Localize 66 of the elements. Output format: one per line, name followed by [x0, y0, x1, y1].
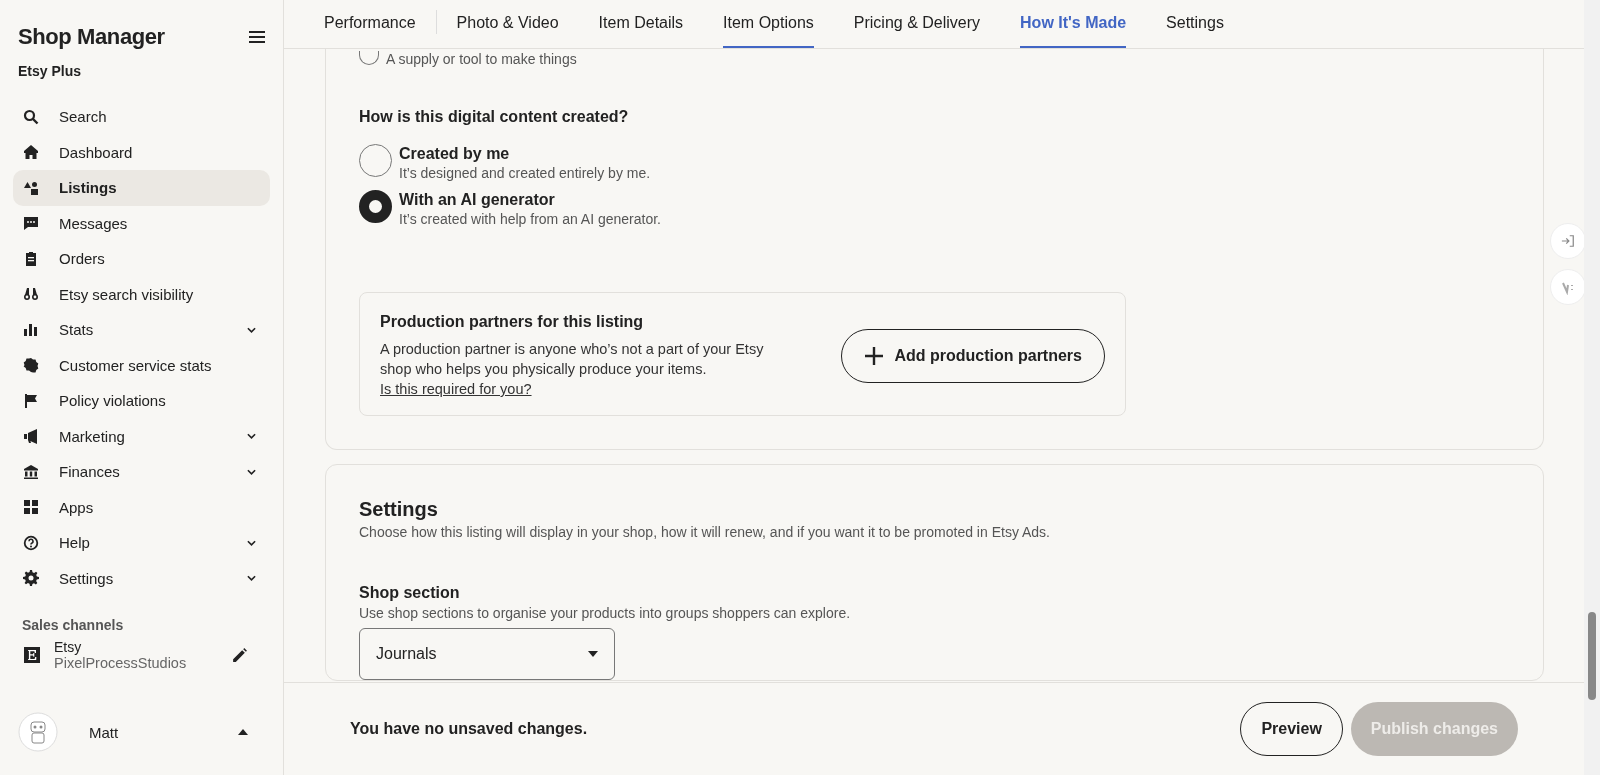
nav-item[interactable]: Finances	[13, 454, 270, 490]
pencil-icon[interactable]	[231, 646, 248, 664]
nav-item[interactable]: Apps	[13, 489, 270, 525]
nav-item[interactable]: Etsy search visibility	[13, 276, 270, 312]
shapes-icon	[23, 179, 39, 196]
tab[interactable]: How It's Made	[1020, 0, 1127, 48]
option-description: It’s created with help from an AI generator.	[399, 211, 661, 227]
plan-label: Etsy Plus	[17, 63, 83, 79]
field-hint: Use shop sections to organise your products into groups shoppers can explore.	[359, 605, 852, 621]
shop-section-dropdown[interactable]: Journals	[359, 628, 615, 680]
bank-icon	[23, 463, 39, 480]
user-name: Matt	[89, 723, 120, 741]
search-icon	[23, 108, 39, 125]
bar-chart-icon	[23, 321, 39, 338]
help-link[interactable]: Is this required for you?	[380, 381, 532, 397]
scrollbar[interactable]	[1584, 0, 1600, 775]
grid-icon	[23, 499, 39, 516]
binoculars-icon	[23, 286, 39, 303]
tab[interactable]: Settings	[1166, 0, 1224, 48]
flag-icon	[23, 392, 39, 409]
nav-item[interactable]: Orders	[13, 241, 270, 277]
arrow-into-bracket-icon	[1561, 234, 1575, 248]
help-icon	[23, 534, 39, 551]
panel-description: A production partner is anyone who’s not a part of your Etsy shop who helps you physically produce your items. Is this required for you?	[380, 340, 765, 399]
nav-item[interactable]: Dashboard	[13, 134, 270, 170]
section-title: Settings	[359, 498, 439, 521]
option-description: It’s designed and created entirely by me.	[399, 165, 651, 181]
field-label: Shop section	[359, 584, 461, 602]
letter-e-icon	[24, 647, 40, 663]
question-label: How is this digital content created?	[359, 108, 630, 126]
nav-item[interactable]: Help	[13, 525, 270, 561]
tab[interactable]: Pricing & Delivery	[853, 0, 981, 48]
nav-item[interactable]: Listings	[13, 170, 270, 206]
nav-item[interactable]: Stats	[13, 312, 270, 348]
menu-icon[interactable]	[249, 30, 265, 44]
option-label: With an AI generator	[399, 191, 556, 209]
clipboard-icon	[23, 250, 39, 267]
settings-icon	[23, 570, 39, 587]
radio-button[interactable]	[359, 190, 392, 223]
nav-item[interactable]: Search	[13, 99, 270, 135]
tab[interactable]: Item Details	[598, 0, 684, 48]
megaphone-icon	[23, 428, 39, 445]
chat-bubble-icon	[23, 215, 39, 232]
badge-icon	[23, 357, 39, 374]
nav-item[interactable]: Settings	[13, 560, 270, 596]
avatar-icon[interactable]	[18, 712, 58, 752]
app-title: Shop Manager	[18, 24, 165, 50]
section-heading: Sales channels	[22, 617, 125, 633]
caret-icon[interactable]	[238, 729, 248, 735]
channel-name: Etsy	[54, 639, 83, 655]
shop-name: PixelProcessStudios	[54, 655, 188, 671]
nav-item[interactable]: Policy violations	[13, 383, 270, 419]
save-status: You have no unsaved changes.	[350, 720, 589, 738]
section-description: Choose how this listing will display in your shop, how it will renew, and if you want it to be promoted in Etsy Ads.	[359, 524, 1051, 540]
caret-icon	[588, 651, 598, 657]
plus-icon	[864, 346, 885, 366]
tab[interactable]: Item Options	[723, 0, 814, 48]
nav-item[interactable]: Customer service stats	[13, 347, 270, 383]
panel-title: Production partners for this listing	[380, 313, 645, 331]
option-description: A supply or tool to make things	[386, 51, 577, 67]
option-label: Created by me	[399, 145, 511, 163]
nav-item[interactable]: Marketing	[13, 418, 270, 454]
tab[interactable]: Performance	[324, 0, 416, 48]
tab[interactable]: Photo & Video	[456, 0, 559, 48]
nav-item[interactable]: Messages	[13, 205, 270, 241]
house-icon	[23, 144, 39, 161]
